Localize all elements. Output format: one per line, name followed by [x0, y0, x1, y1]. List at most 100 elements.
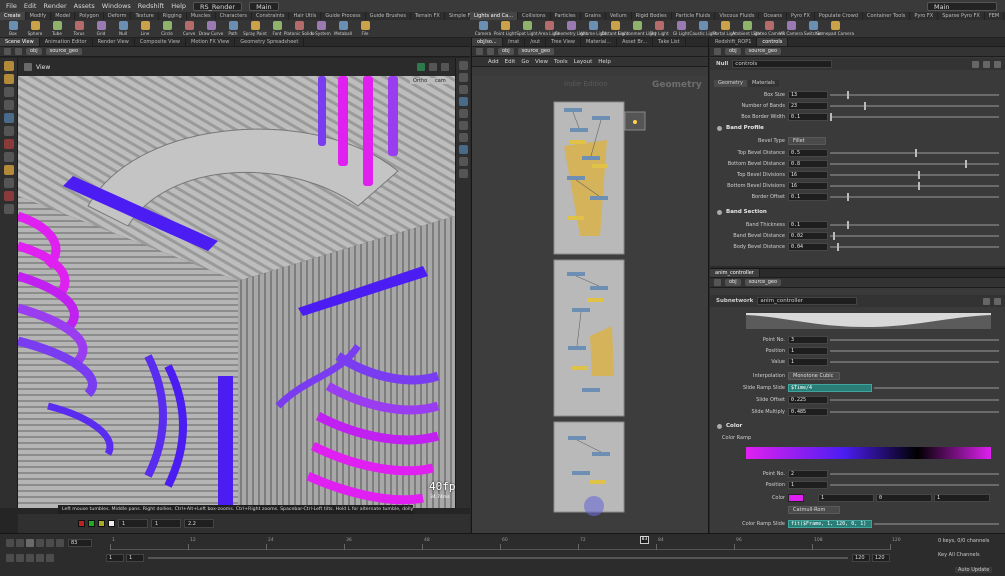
param-slider-point-no[interactable]: [830, 339, 999, 341]
menu-file[interactable]: File: [6, 2, 17, 10]
param-path-source-geo[interactable]: source_geo: [744, 48, 782, 55]
menu-redshift[interactable]: Redshift: [138, 2, 164, 10]
edit-tool-icon[interactable]: [3, 204, 14, 214]
select-tool-icon[interactable]: [3, 61, 14, 71]
subtab-geometry[interactable]: Geometry: [714, 80, 747, 87]
display-toggle-icon[interactable]: [417, 63, 425, 71]
net-back-icon[interactable]: [476, 48, 483, 55]
rotate-tool-icon[interactable]: [3, 87, 14, 97]
slide-offset-slider[interactable]: [830, 399, 999, 401]
start-frame-field[interactable]: 1: [106, 554, 124, 562]
shelf-tool-caustic-light[interactable]: Caustic Light: [689, 21, 717, 37]
shelf-tab-hair-utils[interactable]: Hair Utils: [289, 12, 322, 20]
tab-motion-fx-view[interactable]: Motion FX View: [186, 38, 236, 46]
points-icon[interactable]: [458, 145, 468, 154]
shelf-tool-circle[interactable]: Circle: [157, 21, 177, 37]
param-slider-value[interactable]: [830, 361, 999, 363]
shelf-tab-model[interactable]: Model: [51, 12, 76, 20]
shelf-tool-line[interactable]: Line: [135, 21, 155, 37]
ghost-icon[interactable]: [458, 109, 468, 118]
subtab-materials[interactable]: Materials: [747, 80, 779, 87]
start-frame-field-2[interactable]: 1: [126, 554, 144, 562]
gear-icon[interactable]: [972, 60, 979, 68]
param-back-icon[interactable]: [714, 48, 721, 55]
shelf-tab-collisions[interactable]: Collisions: [518, 12, 551, 20]
shelf-tab-particle-fluids[interactable]: Particle Fluids: [672, 12, 716, 20]
shelf-tool-gamepad-camera[interactable]: Gamepad Camera: [816, 21, 854, 37]
snap-icon[interactable]: [429, 63, 437, 71]
shelf-tool-environment-light[interactable]: Environment Light: [618, 21, 656, 37]
color-g-field[interactable]: 0: [876, 494, 932, 502]
net-menu-go[interactable]: Go: [521, 59, 529, 65]
viewport-menu-icon[interactable]: [24, 63, 32, 71]
shelf-tab-guide-process[interactable]: Guide Process: [321, 12, 366, 20]
band-profile-toggle-icon[interactable]: [717, 126, 722, 131]
tab-scene-view[interactable]: Scene View: [0, 38, 40, 46]
shelf-tab-oceans[interactable]: Oceans: [759, 12, 788, 20]
template-icon[interactable]: [458, 169, 468, 178]
shelf-tab-terrain-fx[interactable]: Terrain FX: [411, 12, 445, 20]
shelf-tab-container-tools[interactable]: Container Tools: [863, 12, 911, 20]
net-path-obj[interactable]: obj: [498, 48, 514, 55]
menu-assets[interactable]: Assets: [74, 2, 95, 10]
settings-icon[interactable]: [46, 554, 54, 562]
shelf-tab-texture[interactable]: Texture: [131, 12, 159, 20]
scale-tool-icon[interactable]: [3, 100, 14, 110]
band-section-toggle-icon[interactable]: [717, 210, 722, 215]
color-swatch-yellow[interactable]: [98, 520, 105, 527]
param-field-top-bevel-divisions[interactable]: 16: [788, 171, 828, 179]
bottom-field-3[interactable]: 2.2: [184, 519, 214, 528]
projection-label[interactable]: Ortho: [410, 78, 431, 84]
path-obj[interactable]: obj: [26, 48, 42, 55]
color-interpolation-dropdown[interactable]: Catmull-Rom: [788, 506, 840, 514]
param-slider-knob[interactable]: [847, 91, 849, 99]
slide-ramp-slider[interactable]: [874, 387, 999, 389]
net-tab-take-list[interactable]: Take List: [653, 38, 686, 46]
param-slider-knob[interactable]: [918, 182, 920, 190]
lighting-icon[interactable]: [458, 73, 468, 82]
shelf-tab-viscous-fluids[interactable]: Viscous Fluids: [715, 12, 760, 20]
camera-tool-icon[interactable]: [3, 152, 14, 162]
shelf-tool-grid[interactable]: Grid: [91, 21, 111, 37]
net-menu-layout[interactable]: Layout: [574, 59, 593, 65]
shelf-tab-polygon[interactable]: Polygon: [75, 12, 104, 20]
bevel-type-dropdown[interactable]: Fillet: [788, 137, 826, 145]
shelf-tool-camera[interactable]: Camera: [473, 21, 493, 37]
param-field-position[interactable]: 1: [788, 481, 828, 489]
color-r-field[interactable]: 1: [818, 494, 874, 502]
interpolation-dropdown[interactable]: Monotone Cubic: [788, 372, 840, 380]
back-icon[interactable]: [4, 48, 11, 55]
realtime-icon[interactable]: [6, 554, 14, 562]
shelf-tool-point-light[interactable]: Point Light: [494, 21, 516, 37]
shelf-tool-platonic-solids[interactable]: Platonic Solids: [284, 21, 314, 37]
param-field-box-size[interactable]: 13: [788, 91, 828, 99]
range-slider[interactable]: [148, 557, 848, 559]
playhead-marker[interactable]: 83: [640, 536, 649, 544]
record-icon[interactable]: [441, 63, 449, 71]
jump-end-icon[interactable]: [56, 539, 64, 547]
net-path-source-geo[interactable]: source_geo: [517, 48, 555, 55]
shelf-tab-pyro-fx[interactable]: Pyro FX: [787, 12, 815, 20]
shelf-tool-draw-curve[interactable]: Draw Curve: [199, 21, 223, 37]
param-field-band-bevel-distance[interactable]: 0.02: [788, 232, 828, 240]
param-field-border-offset[interactable]: 0.1: [788, 193, 828, 201]
tab-composite-view[interactable]: Composite View: [135, 38, 186, 46]
shelf-tab-populate-crowd[interactable]: Populate Crowd: [815, 12, 863, 20]
net-tab-mat[interactable]: /mat: [503, 38, 526, 46]
jump-start-icon[interactable]: [6, 539, 14, 547]
param-slider-bottom-bevel-distance[interactable]: [830, 163, 999, 165]
tab-controls[interactable]: controls: [757, 38, 789, 46]
slide-ramp-field[interactable]: $Time/4: [788, 384, 872, 392]
play-icon[interactable]: [36, 539, 44, 547]
param-field-band-thickness[interactable]: 0.1: [788, 221, 828, 229]
float-ramp-widget[interactable]: [746, 313, 991, 329]
shelf-tab-deform[interactable]: Deform: [104, 12, 132, 20]
param-field-box-border-width[interactable]: 0.1: [788, 113, 828, 121]
shelf-tab-characters[interactable]: Characters: [216, 12, 252, 20]
param-slider-bottom-bevel-divisions[interactable]: [830, 185, 999, 187]
shelf-tab-fem[interactable]: FEM: [985, 12, 1005, 20]
desktop-selector-right[interactable]: Main: [927, 1, 997, 11]
slide-multiply-field[interactable]: 0.485: [788, 408, 828, 416]
net-tab-tree-view[interactable]: Tree View: [546, 38, 581, 46]
current-frame-field[interactable]: 83: [68, 539, 92, 547]
